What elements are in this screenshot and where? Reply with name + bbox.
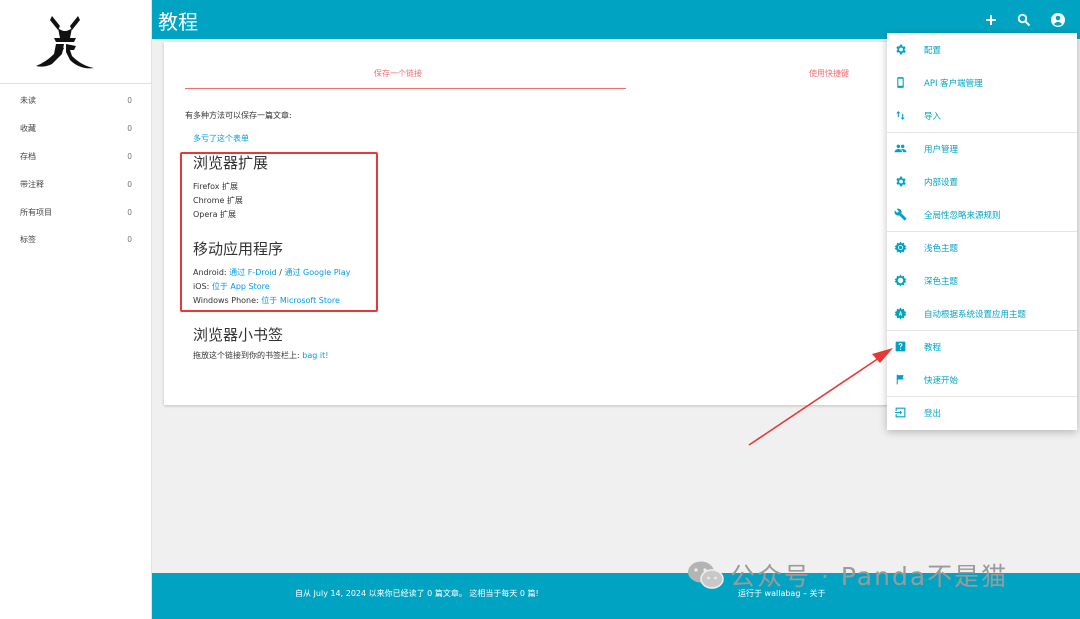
menu-item-import[interactable]: 导入	[887, 99, 1077, 132]
gear-icon	[896, 176, 906, 187]
wrench-icon	[894, 208, 907, 221]
menu-item-label: 登出	[924, 408, 942, 419]
active-tab-indicator	[185, 88, 626, 89]
gear-icon	[896, 44, 906, 55]
sidebar-item-annotated[interactable]: 带注释 0	[0, 170, 152, 198]
menu-item-label: 用户管理	[924, 144, 959, 155]
windows-phone-row: Windows Phone: 位于 Microsoft Store	[193, 295, 340, 306]
menu-item-label: 导入	[924, 111, 942, 122]
menu-item-label: API 客户端管理	[924, 78, 983, 89]
sidebar-item-archive[interactable]: 存档 0	[0, 143, 152, 171]
sidebar: 未读 0 收藏 0 存档 0 带注释 0 所有项目 0 标签 0	[0, 0, 152, 619]
sidebar-item-unread[interactable]: 未读 0	[0, 87, 152, 115]
android-label: Android:	[193, 268, 227, 277]
wallabag-logo[interactable]	[30, 8, 100, 78]
reading-stats: 自从 July 14, 2024 以来你已经读了 0 篇文章。 这相当于每天 0…	[295, 589, 539, 598]
menu-item-label: 快速开始	[924, 375, 959, 386]
import-arrows-icon	[896, 111, 905, 120]
tab-save-link[interactable]: 保存一个链接	[374, 68, 422, 79]
app-store-link[interactable]: 位于 App Store	[212, 282, 270, 291]
sidebar-item-label: 存档	[20, 151, 36, 161]
bookmarklet-text: 拖放这个链接到你的书签栏上:	[193, 351, 300, 360]
sidebar-item-count: 0	[127, 96, 132, 106]
auto-theme-icon	[894, 307, 907, 320]
mobile-apps-heading: 移动应用程序	[193, 240, 284, 258]
microsoft-store-link[interactable]: 位于 Microsoft Store	[261, 296, 340, 305]
sidebar-item-all[interactable]: 所有项目 0	[0, 198, 152, 226]
sidebar-item-starred[interactable]: 收藏 0	[0, 115, 152, 143]
sidebar-item-count: 0	[127, 151, 132, 161]
ios-label: iOS:	[193, 282, 210, 291]
sidebar-item-label: 标签	[20, 235, 36, 245]
intro-text: 有多种方法可以保存一篇文章:	[185, 111, 292, 120]
bag-it-bookmarklet[interactable]: bag it!	[302, 351, 328, 360]
page-title: 教程	[158, 10, 198, 34]
help-icon	[895, 341, 906, 352]
menu-item-tutorial[interactable]: 教程	[887, 330, 1077, 363]
sidebar-nav: 未读 0 收藏 0 存档 0 带注释 0 所有项目 0 标签 0	[0, 87, 152, 254]
sun-icon	[894, 241, 907, 254]
tab-shortcuts[interactable]: 使用快捷键	[809, 68, 849, 79]
phone-icon	[897, 77, 904, 88]
android-row: Android: 通过 F-Droid / 通过 Google Play	[193, 267, 350, 278]
sidebar-item-label: 所有项目	[20, 207, 52, 217]
sidebar-item-count: 0	[127, 207, 132, 217]
logout-icon	[895, 407, 906, 418]
menu-item-label: 自动根据系统设置应用主题	[924, 309, 1027, 320]
add-icon[interactable]	[983, 12, 999, 28]
wechat-icon	[688, 561, 724, 589]
windows-phone-label: Windows Phone:	[193, 296, 259, 305]
ios-row: iOS: 位于 App Store	[193, 281, 270, 292]
menu-item-light-theme[interactable]: 浅色主题	[887, 231, 1077, 264]
bookmarklet-heading: 浏览器小书签	[193, 326, 284, 344]
opera-extension-link[interactable]: Opera 扩展	[193, 209, 236, 220]
menu-item-internal-settings[interactable]: 内部设置	[887, 165, 1077, 198]
menu-item-auto-theme[interactable]: 自动根据系统设置应用主题	[887, 297, 1077, 330]
google-play-link[interactable]: 通过 Google Play	[284, 268, 350, 277]
users-icon	[894, 144, 907, 153]
sidebar-item-label: 带注释	[20, 179, 44, 189]
menu-item-label: 全局性忽略来源规则	[924, 210, 1001, 221]
sidebar-item-label: 收藏	[20, 124, 36, 134]
menu-item-config[interactable]: 配置	[887, 33, 1077, 66]
user-menu-dropdown: 配置 API 客户端管理 导入 用户管理 内部设置 全局性忽略来源规则 浅色主题…	[887, 33, 1077, 430]
fdroid-link[interactable]: 通过 F-Droid	[229, 268, 277, 277]
browser-extensions-heading: 浏览器扩展	[193, 154, 269, 172]
quickstart-card: 保存一个链接 使用快捷键 有多种方法可以保存一篇文章: 多亏了这个表单 浏览器扩…	[164, 42, 924, 405]
form-link[interactable]: 多亏了这个表单	[193, 133, 249, 144]
firefox-extension-link[interactable]: Firefox 扩展	[193, 181, 238, 192]
menu-item-dark-theme[interactable]: 深色主题	[887, 264, 1077, 297]
sidebar-item-tags[interactable]: 标签 0	[0, 226, 152, 254]
sun-outline-icon	[894, 274, 907, 287]
sidebar-item-label: 未读	[20, 96, 36, 106]
menu-item-api-clients[interactable]: API 客户端管理	[887, 66, 1077, 99]
menu-item-logout[interactable]: 登出	[887, 396, 1077, 429]
chrome-extension-link[interactable]: Chrome 扩展	[193, 195, 243, 206]
menu-item-label: 浅色主题	[924, 243, 959, 254]
sidebar-item-count: 0	[127, 235, 132, 245]
sidebar-item-count: 0	[127, 179, 132, 189]
menu-item-label: 内部设置	[924, 177, 959, 188]
separator: /	[279, 268, 282, 277]
wechat-watermark: 公众号 · Panda不是猫	[686, 558, 1008, 592]
menu-item-label: 配置	[924, 45, 942, 56]
menu-item-ignore-origin-rules[interactable]: 全局性忽略来源规则	[887, 198, 1077, 231]
menu-item-users[interactable]: 用户管理	[887, 132, 1077, 165]
bookmarklet-row: 拖放这个链接到你的书签栏上: bag it!	[193, 350, 328, 361]
menu-item-label: 深色主题	[924, 276, 959, 287]
menu-item-quickstart[interactable]: 快速开始	[887, 363, 1077, 396]
sidebar-item-count: 0	[127, 124, 132, 134]
flag-icon	[896, 374, 904, 385]
account-circle-icon[interactable]	[1050, 12, 1066, 28]
menu-item-label: 教程	[924, 342, 942, 353]
sidebar-divider	[0, 83, 152, 84]
search-icon[interactable]	[1016, 12, 1032, 28]
watermark-text: 公众号 · Panda不是猫	[730, 562, 1009, 591]
